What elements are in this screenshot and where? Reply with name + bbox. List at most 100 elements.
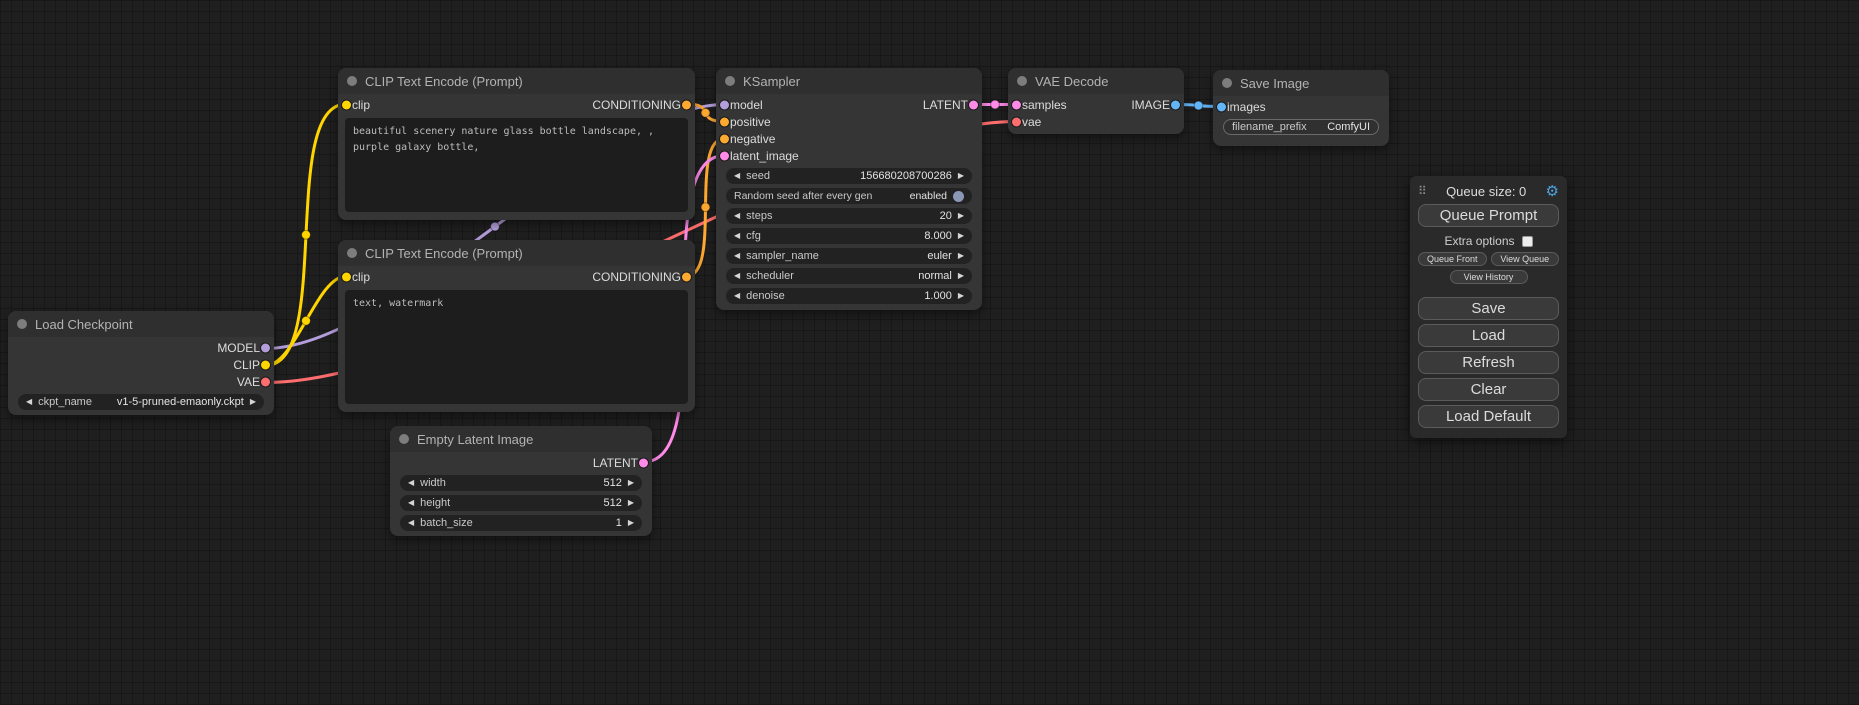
node-ksampler[interactable]: KSampler model LATENT positive negative … [716,68,982,310]
collapse-dot-icon[interactable] [17,319,27,329]
increment-arrow-icon[interactable]: ▶ [958,272,964,280]
collapse-dot-icon[interactable] [347,248,357,258]
node-title-bar[interactable]: Load Checkpoint [8,311,274,337]
node-title-bar[interactable]: Save Image [1213,70,1389,96]
clip-input-slot[interactable] [342,100,351,109]
refresh-button[interactable]: Refresh [1418,351,1559,374]
random-seed-toggle[interactable]: Random seed after every gen enabled [726,188,972,204]
link-midpoint-dot[interactable] [1194,101,1203,110]
queue-prompt-button[interactable]: Queue Prompt [1418,204,1559,227]
slot-row: latent_image [716,147,982,164]
node-load-checkpoint[interactable]: Load Checkpoint MODEL CLIP VAE ◀ ckpt_na… [8,311,274,415]
slot-row: clip CONDITIONING [338,268,695,285]
positive-input-slot[interactable] [720,117,729,126]
decrement-arrow-icon[interactable]: ◀ [734,252,740,260]
node-empty-latent-image[interactable]: Empty Latent Image LATENT ◀ width 512 ▶ … [390,426,652,536]
drag-handle-icon[interactable]: ⠿ [1418,184,1427,198]
latent-output-slot[interactable] [969,100,978,109]
node-clip-text-encode-positive[interactable]: CLIP Text Encode (Prompt) clip CONDITION… [338,68,695,220]
scheduler-widget[interactable]: ◀ scheduler normal ▶ [726,268,972,284]
prompt-textarea[interactable]: text, watermark [345,290,688,404]
output-slot-row: VAE [8,373,274,390]
link-midpoint-dot[interactable] [302,316,311,325]
link-midpoint-dot[interactable] [491,222,500,231]
queue-front-button[interactable]: Queue Front [1418,252,1487,266]
node-clip-text-encode-negative[interactable]: CLIP Text Encode (Prompt) clip CONDITION… [338,240,695,412]
filename-prefix-widget[interactable]: filename_prefix ComfyUI [1223,119,1379,135]
settings-gear-icon[interactable]: ⚙ [1546,184,1559,199]
increment-arrow-icon[interactable]: ▶ [628,519,634,527]
decrement-arrow-icon[interactable]: ◀ [26,398,32,406]
width-widget[interactable]: ◀ width 512 ▶ [400,475,642,491]
decrement-arrow-icon[interactable]: ◀ [734,232,740,240]
increment-arrow-icon[interactable]: ▶ [958,172,964,180]
decrement-arrow-icon[interactable]: ◀ [734,292,740,300]
latent-output-slot[interactable] [639,458,648,467]
clear-button[interactable]: Clear [1418,378,1559,401]
decrement-arrow-icon[interactable]: ◀ [734,172,740,180]
clip-input-slot[interactable] [342,272,351,281]
view-queue-button[interactable]: View Queue [1491,252,1560,266]
link-midpoint-dot[interactable] [991,100,1000,109]
collapse-dot-icon[interactable] [347,76,357,86]
sampler-name-widget[interactable]: ◀ sampler_name euler ▶ [726,248,972,264]
increment-arrow-icon[interactable]: ▶ [958,232,964,240]
height-widget[interactable]: ◀ height 512 ▶ [400,495,642,511]
widget-name: Random seed after every gen [734,190,872,202]
model-input-slot[interactable] [720,100,729,109]
decrement-arrow-icon[interactable]: ◀ [734,272,740,280]
seed-widget[interactable]: ◀ seed 156680208700286 ▶ [726,168,972,184]
increment-arrow-icon[interactable]: ▶ [250,398,256,406]
widget-value: euler [927,250,951,262]
view-history-button[interactable]: View History [1450,270,1528,284]
conditioning-output-slot[interactable] [682,100,691,109]
decrement-arrow-icon[interactable]: ◀ [734,212,740,220]
collapse-dot-icon[interactable] [725,76,735,86]
node-title-bar[interactable]: Empty Latent Image [390,426,652,452]
increment-arrow-icon[interactable]: ▶ [628,479,634,487]
node-title-bar[interactable]: CLIP Text Encode (Prompt) [338,68,695,94]
images-input-slot[interactable] [1217,102,1226,111]
denoise-widget[interactable]: ◀ denoise 1.000 ▶ [726,288,972,304]
vae-output-slot[interactable] [261,377,270,386]
node-title: VAE Decode [1035,74,1108,89]
link-midpoint-dot[interactable] [302,230,311,239]
cfg-widget[interactable]: ◀ cfg 8.000 ▶ [726,228,972,244]
save-button[interactable]: Save [1418,297,1559,320]
load-default-button[interactable]: Load Default [1418,405,1559,428]
node-vae-decode[interactable]: VAE Decode samples IMAGE vae [1008,68,1184,134]
node-title-bar[interactable]: VAE Decode [1008,68,1184,94]
ckpt-name-widget[interactable]: ◀ ckpt_name v1-5-pruned-emaonly.ckpt ▶ [18,394,264,410]
increment-arrow-icon[interactable]: ▶ [958,212,964,220]
extra-options-checkbox[interactable] [1522,236,1533,247]
negative-input-slot[interactable] [720,134,729,143]
clip-output-slot[interactable] [261,360,270,369]
increment-arrow-icon[interactable]: ▶ [958,292,964,300]
node-title-bar[interactable]: KSampler [716,68,982,94]
collapse-dot-icon[interactable] [1017,76,1027,86]
latent-image-input-slot[interactable] [720,151,729,160]
link-midpoint-dot[interactable] [701,108,710,117]
increment-arrow-icon[interactable]: ▶ [958,252,964,260]
load-button[interactable]: Load [1418,324,1559,347]
image-output-slot[interactable] [1171,100,1180,109]
collapse-dot-icon[interactable] [399,434,409,444]
decrement-arrow-icon[interactable]: ◀ [408,519,414,527]
increment-arrow-icon[interactable]: ▶ [628,499,634,507]
node-title: KSampler [743,74,800,89]
steps-widget[interactable]: ◀ steps 20 ▶ [726,208,972,224]
samples-input-slot[interactable] [1012,100,1021,109]
collapse-dot-icon[interactable] [1222,78,1232,88]
toggle-knob-icon[interactable] [953,191,964,202]
prompt-textarea[interactable]: beautiful scenery nature glass bottle la… [345,118,688,212]
node-graph-canvas[interactable]: Load Checkpoint MODEL CLIP VAE ◀ ckpt_na… [0,0,1859,705]
batch-size-widget[interactable]: ◀ batch_size 1 ▶ [400,515,642,531]
link-midpoint-dot[interactable] [701,203,710,212]
node-title-bar[interactable]: CLIP Text Encode (Prompt) [338,240,695,266]
conditioning-output-slot[interactable] [682,272,691,281]
decrement-arrow-icon[interactable]: ◀ [408,479,414,487]
node-save-image[interactable]: Save Image images filename_prefix ComfyU… [1213,70,1389,146]
decrement-arrow-icon[interactable]: ◀ [408,499,414,507]
model-output-slot[interactable] [261,343,270,352]
vae-input-slot[interactable] [1012,117,1021,126]
